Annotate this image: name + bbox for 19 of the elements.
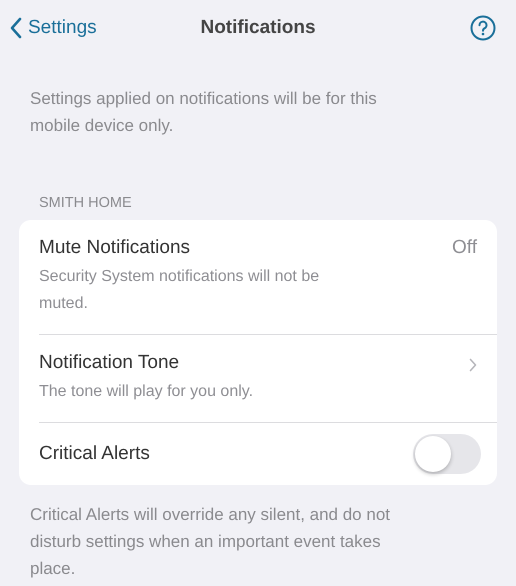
back-button[interactable]: Settings <box>10 17 97 39</box>
row-subtitle: Security System notifications will not be muted. <box>39 267 320 314</box>
settings-row[interactable]: Mute Notifications Security System notifications will not be muted. Off <box>39 220 497 335</box>
row-subtitle: The tone will play for you only. <box>39 382 254 402</box>
toggle-switch[interactable] <box>413 434 481 474</box>
section-header: SMITH HOME <box>39 195 132 211</box>
row-value: Off <box>452 237 477 259</box>
settings-row[interactable]: Critical Alerts <box>39 423 497 485</box>
settings-row[interactable]: Notification Tone The tone will play for you only. <box>39 335 497 423</box>
row-title: Mute Notifications <box>39 237 190 259</box>
footer-text: Critical Alerts will override any silent, and do not disturb settings when an important event takes place. <box>29 504 391 580</box>
help-icon <box>470 15 496 41</box>
back-chevron-icon <box>10 17 22 39</box>
info-text: Settings applied on notifications will be for this mobile device only. <box>29 88 378 137</box>
screen-title: Notifications <box>200 17 316 39</box>
row-title: Critical Alerts <box>39 443 150 465</box>
help-button[interactable] <box>470 15 496 41</box>
row-title: Notification Tone <box>39 352 180 374</box>
chevron-right-icon <box>469 358 477 372</box>
